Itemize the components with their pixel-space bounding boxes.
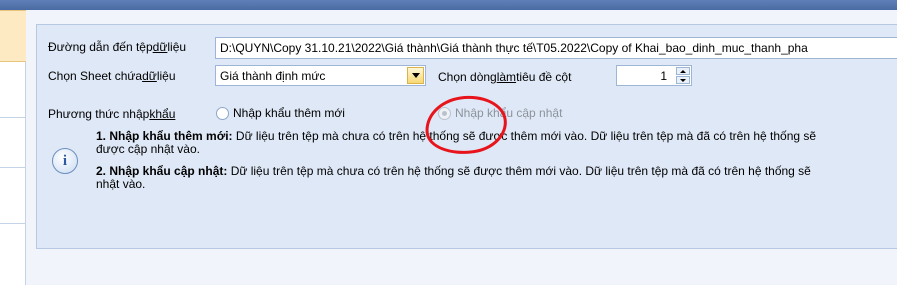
import-method-label: Phương thức nhập khẩu [48, 107, 176, 121]
chevron-up-icon [680, 69, 686, 73]
file-path-field[interactable]: D:\QUYN\Copy 31.10.21\2022\Giá thành\Giá… [215, 37, 897, 59]
rail-tab[interactable] [0, 62, 26, 118]
rail-tab[interactable] [0, 168, 26, 224]
left-navigation-rail [0, 10, 26, 285]
dropdown-button[interactable] [407, 67, 424, 84]
header-row-label: Chọn dòng làm tiêu đề cột [438, 70, 572, 84]
sheet-select-value: Giá thành định mức [220, 69, 326, 83]
header-row-stepper[interactable]: 1 [616, 65, 692, 86]
rail-tab[interactable] [0, 118, 26, 168]
stepper-down-button[interactable] [676, 76, 690, 84]
sheet-label: Chọn Sheet chứa dữ liệu [48, 69, 176, 83]
note-update-line2: nhật vào. [96, 177, 146, 191]
header-row-value: 1 [660, 69, 667, 83]
file-path-label: Đường dẫn đến tệp dữ liệu [48, 40, 187, 54]
note-add-new-line2: được cập nhật vào. [96, 142, 200, 156]
chevron-down-icon [411, 73, 420, 78]
radio-button[interactable] [216, 106, 229, 120]
chevron-down-icon [680, 78, 686, 82]
rail-tab-active[interactable] [0, 10, 26, 62]
radio-add-new[interactable]: Nhập khẩu thêm mới [216, 106, 345, 120]
window-title-bar [0, 0, 897, 10]
stepper-up-button[interactable] [676, 67, 690, 75]
note-update-line1: 2. Nhập khẩu cập nhật: Dữ liệu trên tệp … [96, 164, 811, 178]
sheet-select[interactable]: Giá thành định mức [215, 65, 426, 86]
info-icon: i [52, 148, 78, 174]
